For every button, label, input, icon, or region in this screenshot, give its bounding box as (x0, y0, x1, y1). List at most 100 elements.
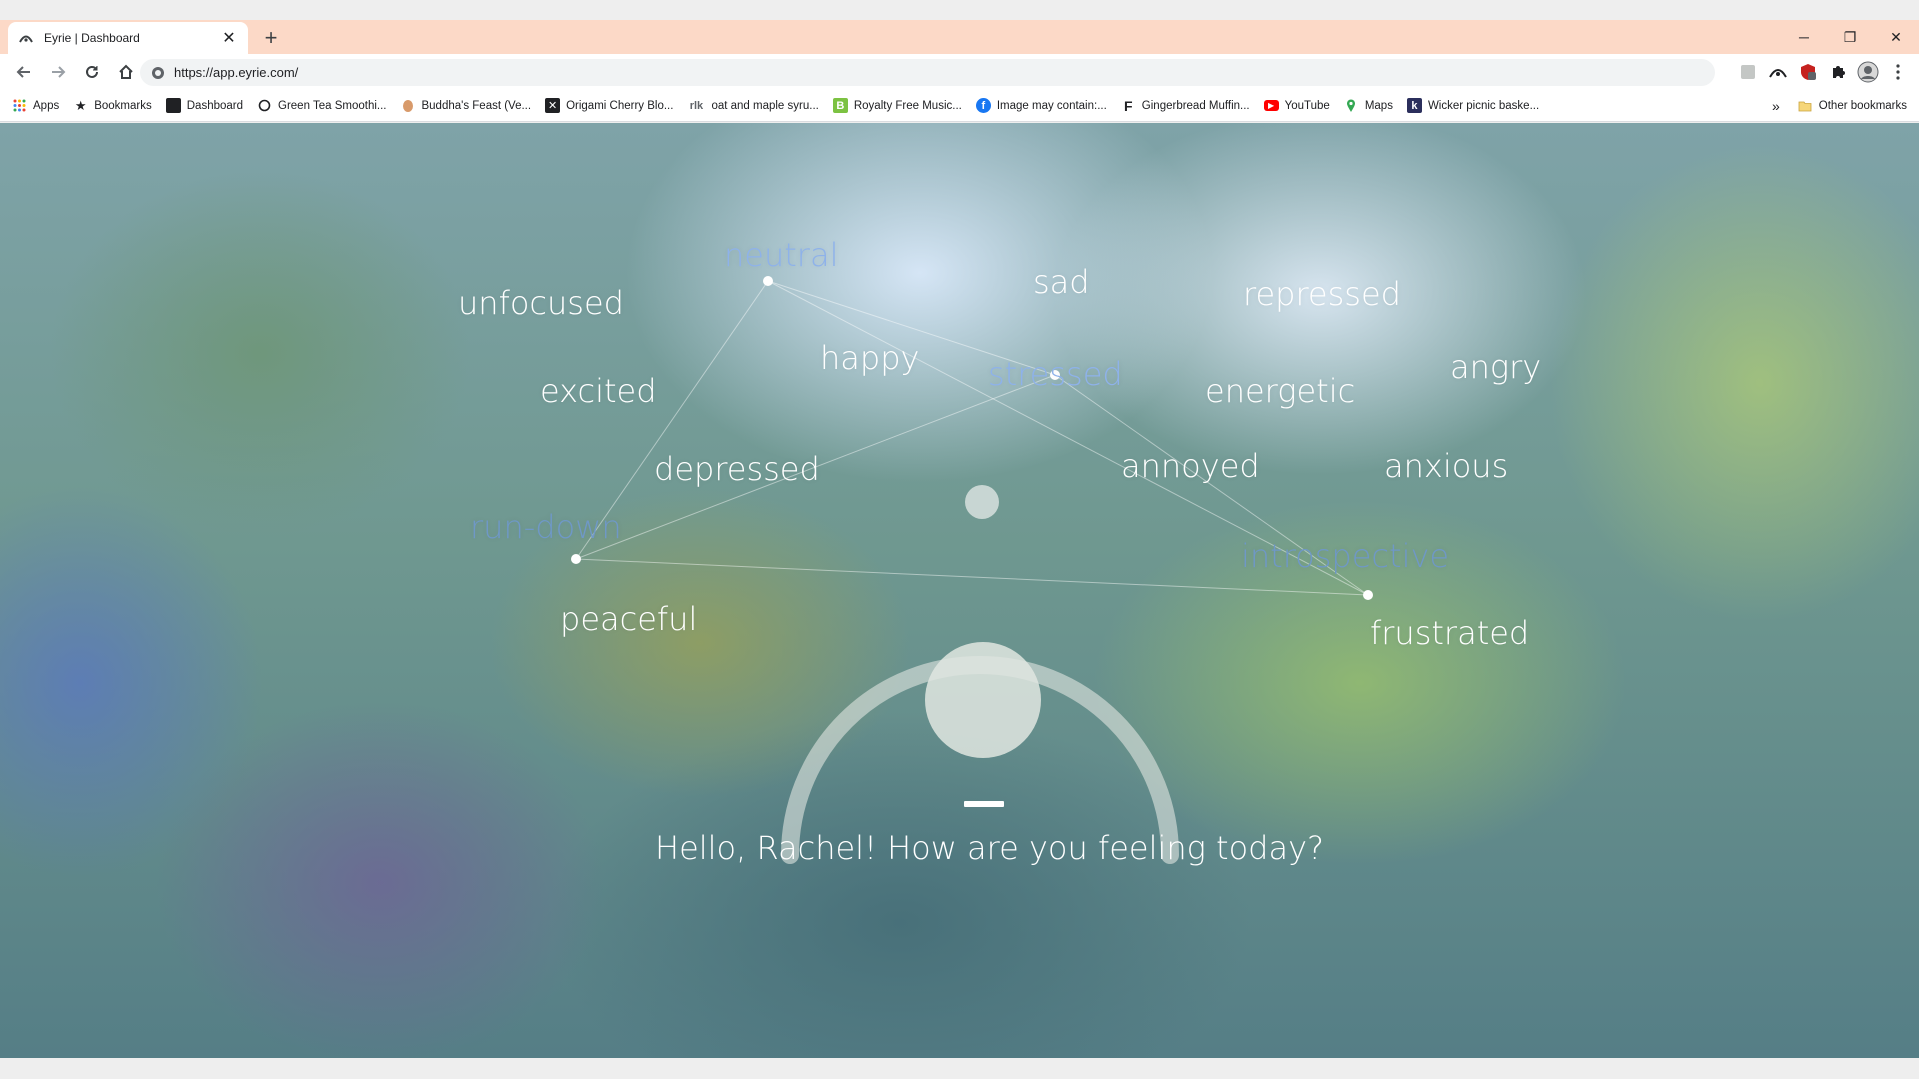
bookmarks-overflow-button[interactable]: » (1772, 98, 1780, 114)
bookmark-oat-maple[interactable]: rlk oat and maple syru... (687, 98, 819, 113)
mood-angry[interactable]: angry (1450, 348, 1541, 386)
top-gap (0, 0, 1919, 20)
dashboard-icon (165, 98, 181, 113)
window-controls: ─ ❐ ✕ (1781, 20, 1919, 54)
origami-icon: ✕ (545, 98, 561, 113)
bookmark-label: Bookmarks (94, 99, 152, 112)
browser-menu-icon[interactable] (1883, 58, 1913, 86)
bookmark-youtube[interactable]: ▶ YouTube (1263, 99, 1330, 112)
mood-dashboard: neutral sad repressed unfocused happy st… (0, 123, 1919, 1058)
reload-icon (86, 65, 98, 78)
mood-node-run-down (571, 554, 581, 564)
bookmark-bookmarks[interactable]: ★ Bookmarks (73, 98, 152, 113)
reload-button[interactable] (76, 56, 108, 88)
mood-introspective[interactable]: introspective (1241, 537, 1449, 575)
home-button[interactable] (110, 56, 142, 88)
bookmark-label: oat and maple syru... (711, 99, 819, 112)
address-bar[interactable]: https://app.eyrie.com/ (140, 59, 1715, 86)
small-orb (965, 485, 999, 519)
mood-stressed[interactable]: stressed (988, 355, 1123, 393)
youtube-icon: ▶ (1263, 100, 1279, 111)
bottom-strip (0, 1058, 1919, 1079)
extensions-area (1733, 58, 1913, 86)
star-icon: ★ (74, 97, 87, 113)
bookmark-label: Gingerbread Muffin... (1141, 99, 1250, 112)
facebook-icon: f (975, 98, 991, 113)
mood-energetic[interactable]: energetic (1205, 372, 1355, 410)
bookmark-buddhas-feast[interactable]: Buddha's Feast (Ve... (400, 98, 531, 113)
back-arrow-icon (16, 66, 30, 78)
bookmark-label: Buddha's Feast (Ve... (421, 99, 532, 112)
bookmark-label: Origami Cherry Blo... (566, 99, 674, 112)
restore-button[interactable]: ❐ (1827, 20, 1873, 54)
other-bookmarks-label: Other bookmarks (1818, 100, 1907, 112)
mood-neutral[interactable]: neutral (724, 236, 838, 274)
eyrie-logo-icon (18, 30, 34, 46)
puzzle-extensions-icon[interactable] (1823, 58, 1853, 86)
bookmark-origami[interactable]: ✕ Origami Cherry Blo... (545, 98, 673, 113)
address-url[interactable]: https://app.eyrie.com/ (174, 65, 298, 80)
close-window-button[interactable]: ✕ (1873, 20, 1919, 54)
tab-close-icon[interactable]: ✕ (220, 28, 238, 48)
home-icon (119, 64, 133, 79)
dash-indicator (964, 801, 1004, 807)
tab-eyrie-dashboard[interactable]: Eyrie | Dashboard ✕ (8, 22, 248, 54)
mood-anxious[interactable]: anxious (1384, 447, 1508, 485)
mood-run-down[interactable]: run-down (470, 508, 622, 546)
mood-sad[interactable]: sad (1033, 263, 1090, 301)
folder-icon (1798, 99, 1813, 114)
k-logo-icon: k (1406, 98, 1422, 113)
mood-node-introspective (1363, 590, 1373, 600)
bookmark-label: Royalty Free Music... (853, 99, 962, 112)
mood-excited[interactable]: excited (540, 372, 657, 410)
back-button[interactable] (8, 56, 40, 88)
new-tab-button[interactable]: + (258, 26, 284, 52)
mood-selector-orb[interactable] (925, 642, 1041, 758)
bookmark-label: Wicker picnic baske... (1427, 99, 1540, 112)
apps-grid-icon (12, 98, 27, 113)
bowl-icon (400, 98, 415, 113)
tab-strip: Eyrie | Dashboard ✕ + ─ ❐ ✕ (0, 20, 1919, 54)
browser-toolbar: https://app.eyrie.com/ (0, 54, 1919, 90)
bookmark-wicker-picnic[interactable]: k Wicker picnic baske... (1406, 98, 1540, 113)
leaf-icon (257, 98, 272, 113)
bookmark-facebook-image[interactable]: f Image may contain:... (975, 98, 1107, 113)
bookmark-green-tea[interactable]: Green Tea Smoothi... (257, 98, 386, 113)
bookmark-gingerbread[interactable]: F Gingerbread Muffin... (1121, 97, 1250, 114)
bookmark-apps[interactable]: Apps (12, 98, 59, 113)
mood-depressed[interactable]: depressed (654, 450, 820, 488)
bookmark-label: Apps (33, 99, 60, 112)
profile-avatar-icon[interactable] (1853, 58, 1883, 86)
forward-arrow-icon (52, 66, 66, 78)
mood-unfocused[interactable]: unfocused (458, 284, 624, 322)
maps-pin-icon (1344, 98, 1359, 113)
text-logo-icon: rlk (689, 99, 704, 112)
tab-title: Eyrie | Dashboard (44, 31, 140, 45)
mood-annoyed[interactable]: annoyed (1121, 447, 1260, 485)
bookmark-label: Maps (1364, 99, 1393, 112)
mood-node-neutral (763, 276, 773, 286)
eyrie-extension-icon[interactable] (1763, 58, 1793, 86)
minimize-button[interactable]: ─ (1781, 20, 1827, 54)
translate-extension-icon[interactable] (1733, 58, 1763, 86)
bookmark-label: Dashboard (186, 99, 244, 112)
greeting-text: Hello, Rachel! How are you feeling today… (655, 829, 1324, 867)
bookmarks-right: » Other bookmarks (1772, 90, 1907, 122)
mood-peaceful[interactable]: peaceful (560, 600, 697, 638)
site-info-icon[interactable] (150, 65, 166, 81)
mood-happy[interactable]: happy (820, 339, 919, 377)
bookmark-label: Image may contain:... (996, 99, 1107, 112)
bookmark-royalty-free-music[interactable]: B Royalty Free Music... (832, 98, 962, 113)
mood-frustrated[interactable]: frustrated (1370, 614, 1529, 652)
browser-window: Eyrie | Dashboard ✕ + ─ ❐ ✕ https://app.… (0, 0, 1919, 1079)
bookmark-label: YouTube (1284, 99, 1330, 112)
f-logo-icon: F (1124, 97, 1133, 114)
bookmark-label: Green Tea Smoothi... (278, 99, 387, 112)
bookmark-dashboard[interactable]: Dashboard (165, 98, 244, 113)
bookmark-maps[interactable]: Maps (1344, 98, 1393, 113)
other-bookmarks-folder[interactable]: Other bookmarks (1798, 99, 1907, 114)
mood-repressed[interactable]: repressed (1243, 275, 1401, 313)
forward-button[interactable] (42, 56, 74, 88)
bookmarks-bar: Apps ★ Bookmarks Dashboard Green Tea Smo… (0, 90, 1919, 122)
shield-extension-icon[interactable] (1793, 58, 1823, 86)
